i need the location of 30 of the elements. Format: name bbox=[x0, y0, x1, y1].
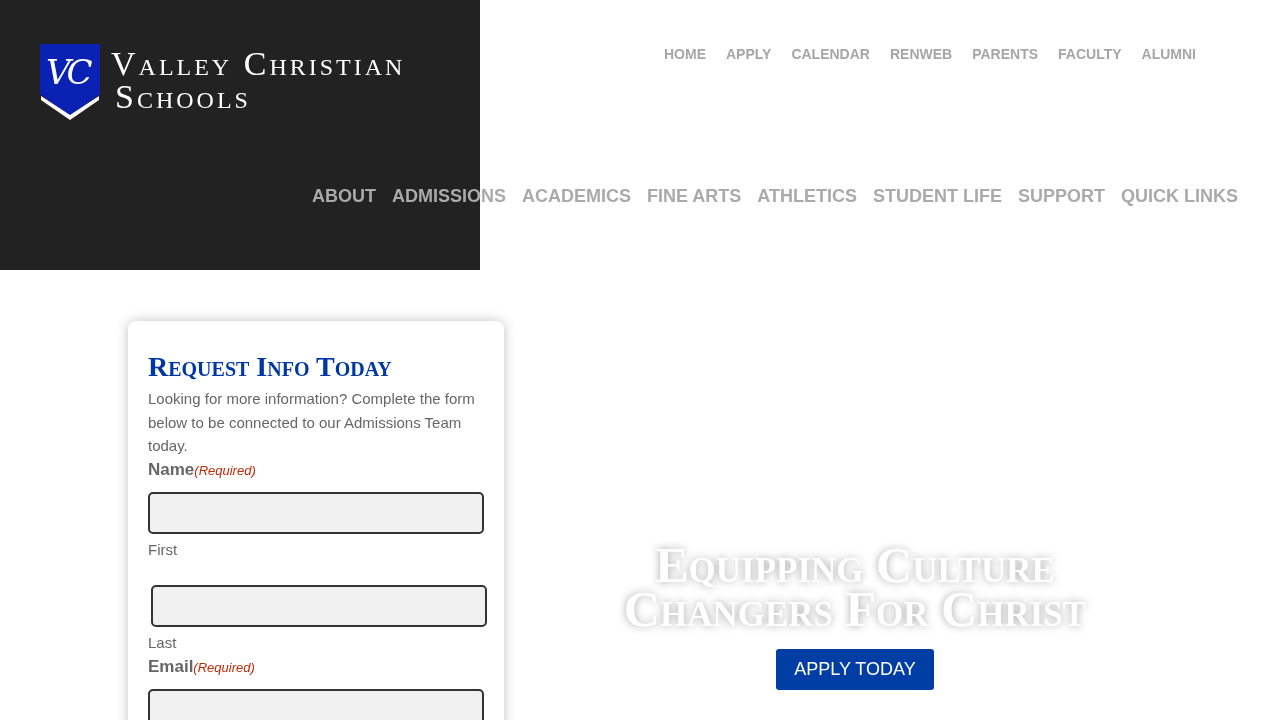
sublabel: Last bbox=[148, 632, 178, 653]
utility-nav-link[interactable]: FACULTY bbox=[1058, 46, 1122, 62]
main-nav-link[interactable]: QUICK LINKS bbox=[1121, 184, 1238, 208]
sublabel: First bbox=[148, 539, 179, 560]
required-note: (Required) bbox=[194, 461, 256, 480]
email-input-field[interactable] bbox=[148, 688, 484, 720]
main-nav-link[interactable]: SUPPORT bbox=[1018, 184, 1105, 208]
main-nav-link[interactable]: ABOUT bbox=[311, 184, 376, 208]
utility-nav-link[interactable]: APPLY bbox=[726, 46, 772, 62]
school-name: Schools bbox=[114, 80, 252, 113]
main-nav-link[interactable]: ACADEMICS bbox=[521, 184, 631, 208]
field-label: Email bbox=[148, 655, 194, 678]
utility-nav-link[interactable]: RENWEB bbox=[889, 46, 953, 62]
form-title: Request Info Today bbox=[148, 352, 393, 382]
utility-nav-link[interactable]: ALUMNI bbox=[1141, 46, 1196, 62]
apply-today-button[interactable]: APPLY TODAY bbox=[776, 649, 934, 690]
form-intro: Looking for more information? Complete the form below to be connected to our Admissions Team today. bbox=[148, 389, 476, 456]
main-nav-link[interactable]: FINE ARTS bbox=[646, 184, 742, 208]
utility-nav-link[interactable]: HOME bbox=[664, 46, 706, 62]
field-label: Name bbox=[148, 458, 195, 481]
utility-nav-link[interactable]: CALENDAR bbox=[791, 46, 870, 62]
required-note: (Required) bbox=[193, 658, 255, 677]
school-name: Valley Christian bbox=[111, 47, 406, 80]
text-input-field[interactable] bbox=[148, 491, 484, 534]
logo-monogram: VC bbox=[46, 54, 89, 90]
main-nav-link[interactable]: ATHLETICS bbox=[757, 184, 857, 208]
utility-nav-link[interactable]: PARENTS bbox=[972, 46, 1039, 62]
main-nav-link[interactable]: STUDENT LIFE bbox=[873, 184, 1002, 208]
text-input-field[interactable] bbox=[151, 584, 487, 627]
shield-logo-icon bbox=[40, 44, 100, 121]
